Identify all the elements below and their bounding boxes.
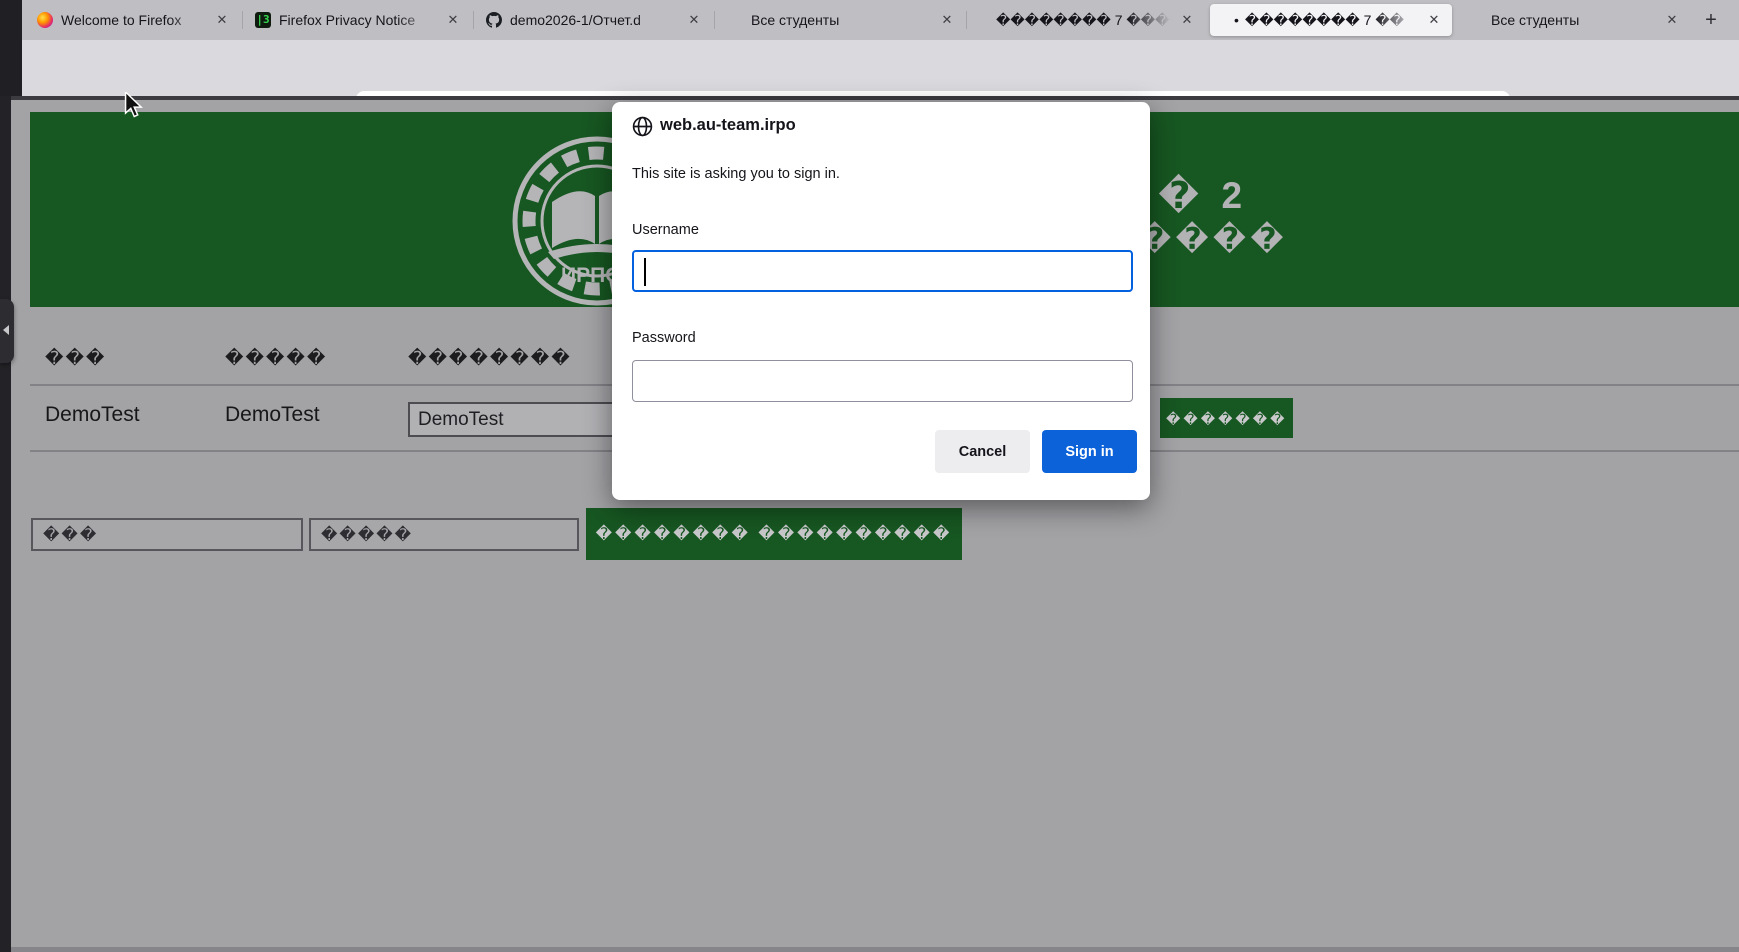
table-header-col3: �������� xyxy=(408,348,572,369)
tab-title: �������� 7 �� xyxy=(1245,12,1424,29)
firefox-icon xyxy=(37,12,53,28)
tab-bar: Welcome to Firefox ✕ |3 Firefox Privacy … xyxy=(0,0,1739,40)
form-group-input[interactable] xyxy=(309,518,579,551)
close-icon[interactable]: ✕ xyxy=(684,10,704,30)
new-tab-button[interactable]: + xyxy=(1697,7,1725,35)
close-icon[interactable]: ✕ xyxy=(1177,10,1197,30)
row-cell-group: DemoTest xyxy=(225,403,320,427)
tab-separator xyxy=(966,11,967,29)
tab-modified-indicator: • xyxy=(1234,12,1239,28)
password-input[interactable] xyxy=(632,360,1133,402)
http-auth-dialog: web.au-team.irpo This site is asking you… xyxy=(612,102,1150,500)
table-header-col1: ��� xyxy=(45,348,106,369)
dialog-message: This site is asking you to sign in. xyxy=(632,166,840,182)
username-label: Username xyxy=(632,222,699,238)
mouse-cursor xyxy=(122,92,144,123)
cancel-button[interactable]: Cancel xyxy=(935,430,1030,473)
form-submit-button[interactable]: �������� ���������� xyxy=(586,508,962,560)
username-input[interactable] xyxy=(632,250,1133,292)
password-label: Password xyxy=(632,330,696,346)
close-icon[interactable]: ✕ xyxy=(937,10,957,30)
close-icon[interactable]: ✕ xyxy=(1662,10,1682,30)
tab-title: Все студенты xyxy=(1491,12,1662,28)
close-icon[interactable]: ✕ xyxy=(443,10,463,30)
screen-left-edge xyxy=(0,96,11,952)
banner-title-line1: � 2 xyxy=(1158,174,1248,217)
form-name-input[interactable] xyxy=(31,518,303,551)
table-header-col2: ����� xyxy=(225,348,327,369)
tab-github-report[interactable]: demo2026-1/Отчет.d ✕ xyxy=(474,4,712,36)
tab-mojibake-7-a[interactable]: �������� 7 ���� ✕ xyxy=(968,4,1205,36)
row-action-button[interactable]: ������� xyxy=(1160,398,1293,438)
privacy-notice-icon: |3 xyxy=(255,12,271,28)
close-icon[interactable]: ✕ xyxy=(212,10,232,30)
tab-title: Все студенты xyxy=(751,12,937,28)
sidebar-collapse-handle[interactable] xyxy=(0,299,14,363)
chevron-left-icon xyxy=(3,325,9,335)
globe-icon xyxy=(628,112,656,140)
tab-title: Firefox Privacy Notice xyxy=(279,12,443,28)
github-icon xyxy=(486,12,502,28)
screen-bottom-edge xyxy=(11,947,1739,952)
tab-welcome-to-firefox[interactable]: Welcome to Firefox ✕ xyxy=(25,4,240,36)
navigation-toolbar: ← → ✕ web.au-team.irpo ☆ xyxy=(0,40,1739,96)
tab-title: demo2026-1/Отчет.d xyxy=(510,12,684,28)
close-icon[interactable]: ✕ xyxy=(1424,10,1444,30)
row-cell-name: DemoTest xyxy=(45,403,140,427)
text-caret xyxy=(644,258,646,286)
tab-title: Welcome to Firefox xyxy=(61,12,212,28)
sign-in-button[interactable]: Sign in xyxy=(1042,430,1137,473)
window-corner-block xyxy=(0,0,22,96)
tab-privacy-notice[interactable]: |3 Firefox Privacy Notice ✕ xyxy=(243,4,471,36)
banner-title-line2: ���� xyxy=(1138,222,1288,257)
tab-all-students-2[interactable]: Все студенты ✕ xyxy=(1455,4,1690,36)
tab-all-students-1[interactable]: Все студенты ✕ xyxy=(715,4,965,36)
tab-mojibake-7-b-active[interactable]: • �������� 7 �� ✕ xyxy=(1210,4,1452,36)
browser-window: Welcome to Firefox ✕ |3 Firefox Privacy … xyxy=(0,0,1739,952)
dialog-host-title: web.au-team.irpo xyxy=(660,116,796,135)
tab-title: �������� 7 ���� xyxy=(996,12,1177,29)
